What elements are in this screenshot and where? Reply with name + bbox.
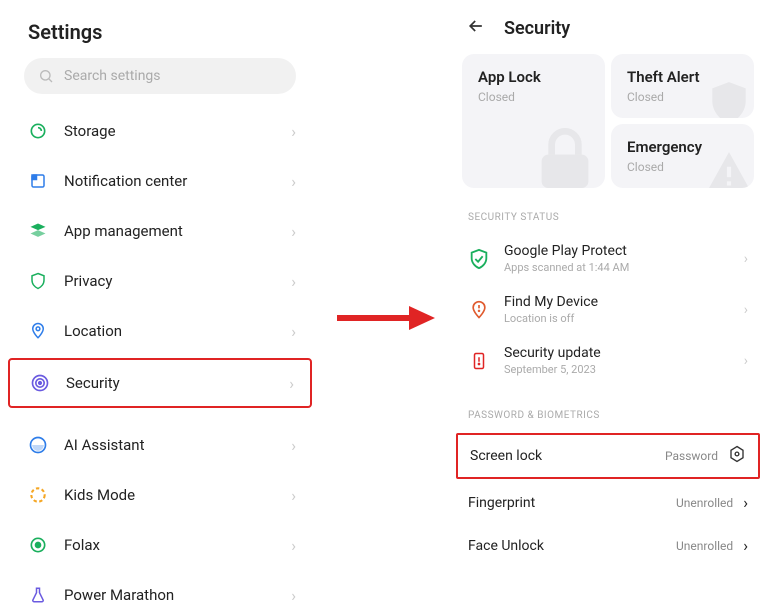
- item-status: Unenrolled: [676, 539, 733, 553]
- sidebar-item-kids-mode[interactable]: Kids Mode ›: [0, 470, 320, 520]
- sidebar-item-label: Storage: [64, 122, 275, 140]
- chevron-right-icon: ›: [291, 436, 296, 455]
- sidebar-item-label: Kids Mode: [64, 486, 275, 504]
- flask-icon: [28, 585, 48, 605]
- layers-icon: [28, 221, 48, 241]
- security-panel: Security App Lock Closed Theft Alert Clo…: [448, 0, 768, 616]
- security-header: Security: [448, 10, 768, 54]
- gear-icon[interactable]: [728, 445, 746, 467]
- fingerprint-icon: [30, 373, 50, 393]
- card-title: App Lock: [478, 68, 589, 86]
- item-label: Fingerprint: [468, 495, 666, 511]
- sidebar-item-label: Power Marathon: [64, 586, 275, 604]
- back-button[interactable]: [466, 16, 486, 40]
- assistant-icon: [28, 435, 48, 455]
- sidebar-item-location[interactable]: Location ›: [0, 306, 320, 356]
- section-label-security-status: SECURITY STATUS: [448, 188, 768, 233]
- chevron-right-icon: ›: [291, 586, 296, 605]
- location-icon: [28, 321, 48, 341]
- sidebar-item-security[interactable]: Security ›: [8, 358, 312, 408]
- location-alert-icon: [468, 299, 490, 321]
- alert-icon: [704, 148, 754, 188]
- item-status: Unenrolled: [676, 496, 733, 510]
- item-google-play-protect[interactable]: Google Play Protect Apps scanned at 1:44…: [448, 233, 768, 284]
- item-title: Google Play Protect: [504, 243, 730, 259]
- item-face-unlock[interactable]: Face Unlock Unenrolled ›: [448, 524, 768, 567]
- item-fingerprint[interactable]: Fingerprint Unenrolled ›: [448, 481, 768, 524]
- sidebar-item-storage[interactable]: Storage ›: [0, 106, 320, 156]
- chevron-right-icon: ›: [291, 172, 296, 191]
- chevron-right-icon: ›: [744, 302, 748, 318]
- item-find-my-device[interactable]: Find My Device Location is off ›: [448, 284, 768, 335]
- kids-icon: [28, 485, 48, 505]
- chevron-right-icon: ›: [291, 322, 296, 341]
- chevron-right-icon: ›: [744, 353, 748, 369]
- sidebar-item-label: Folax: [64, 536, 275, 554]
- search-input[interactable]: Search settings: [24, 58, 296, 94]
- security-cards: App Lock Closed Theft Alert Closed Emerg…: [448, 54, 768, 188]
- shield-icon: [28, 271, 48, 291]
- shield-icon: [704, 78, 754, 118]
- card-emergency[interactable]: Emergency Closed: [611, 124, 754, 188]
- chevron-right-icon: ›: [291, 272, 296, 291]
- chevron-right-icon: ›: [743, 536, 748, 555]
- item-label: Face Unlock: [468, 538, 666, 554]
- chevron-right-icon: ›: [743, 493, 748, 512]
- section-label-password-biometrics: PASSWORD & BIOMETRICS: [448, 386, 768, 431]
- sidebar-item-app-management[interactable]: App management ›: [0, 206, 320, 256]
- search-icon: [38, 68, 54, 84]
- sidebar-item-folax[interactable]: Folax ›: [0, 520, 320, 570]
- sidebar-item-label: App management: [64, 222, 275, 240]
- settings-panel: Settings Search settings Storage › Notif…: [0, 0, 320, 616]
- chevron-right-icon: ›: [291, 122, 296, 141]
- item-subtitle: September 5, 2023: [504, 363, 730, 376]
- chevron-right-icon: ›: [291, 486, 296, 505]
- lock-icon: [525, 118, 605, 188]
- item-title: Security update: [504, 345, 730, 361]
- page-title: Security: [504, 18, 570, 39]
- card-app-lock[interactable]: App Lock Closed: [462, 54, 605, 188]
- chevron-right-icon: ›: [744, 251, 748, 267]
- chevron-right-icon: ›: [291, 222, 296, 241]
- phone-alert-icon: [468, 350, 490, 372]
- folax-icon: [28, 535, 48, 555]
- item-label: Screen lock: [470, 448, 655, 464]
- page-title: Settings: [0, 12, 320, 58]
- arrow-annotation: [335, 298, 435, 338]
- sidebar-item-ai-assistant[interactable]: AI Assistant ›: [0, 420, 320, 470]
- sidebar-item-label: Privacy: [64, 272, 275, 290]
- item-screen-lock[interactable]: Screen lock Password: [456, 433, 760, 479]
- sidebar-item-label: Location: [64, 322, 275, 340]
- sidebar-item-privacy[interactable]: Privacy ›: [0, 256, 320, 306]
- chevron-right-icon: ›: [289, 374, 294, 393]
- card-status: Closed: [478, 90, 589, 104]
- item-status: Password: [665, 449, 718, 463]
- item-title: Find My Device: [504, 294, 730, 310]
- sidebar-item-label: Security: [66, 374, 273, 392]
- item-security-update[interactable]: Security update September 5, 2023 ›: [448, 335, 768, 386]
- storage-icon: [28, 121, 48, 141]
- item-subtitle: Location is off: [504, 312, 730, 325]
- sidebar-item-notification-center[interactable]: Notification center ›: [0, 156, 320, 206]
- sidebar-item-label: Notification center: [64, 172, 275, 190]
- card-theft-alert[interactable]: Theft Alert Closed: [611, 54, 754, 118]
- chevron-right-icon: ›: [291, 536, 296, 555]
- sidebar-item-power-marathon[interactable]: Power Marathon ›: [0, 570, 320, 616]
- item-subtitle: Apps scanned at 1:44 AM: [504, 261, 730, 274]
- shield-check-icon: [468, 248, 490, 270]
- sidebar-item-label: AI Assistant: [64, 436, 275, 454]
- search-placeholder: Search settings: [64, 68, 161, 84]
- notification-icon: [28, 171, 48, 191]
